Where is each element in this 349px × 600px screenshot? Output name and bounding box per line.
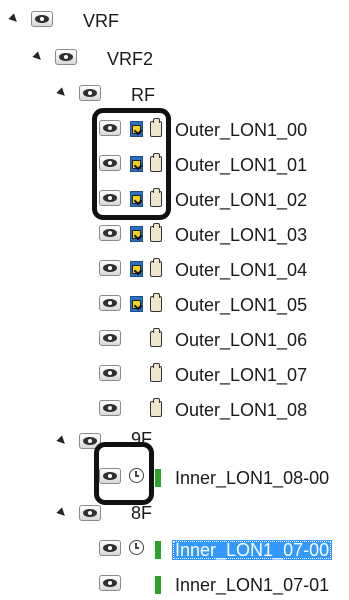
clock-icon [129,468,144,483]
tree-item-outer-03[interactable]: Outer_LON1_03 [0,220,349,250]
item-label: Outer_LON1_00 [175,120,308,140]
status-indicator [155,469,161,487]
expand-arrow-icon[interactable] [56,507,68,519]
tree-item-outer-04[interactable]: Outer_LON1_04 [0,255,349,285]
eye-icon[interactable] [99,190,121,206]
item-label: Outer_LON1_02 [175,190,308,210]
clipboard-icon [150,328,162,347]
tree-item-outer-08[interactable]: Outer_LON1_08 [0,395,349,425]
status-indicator [155,576,161,594]
lightning-status-icon [130,261,143,277]
tree-node-vrf[interactable]: VRF [0,6,349,36]
tree-node-9f[interactable]: 9F [0,428,349,458]
clipboard-icon [150,293,162,312]
lightning-status-icon [130,191,143,207]
clipboard-icon [150,363,162,382]
tree-item-outer-07[interactable]: Outer_LON1_07 [0,360,349,390]
tree-item-inner-07-00[interactable]: Inner_LON1_07-00 [0,535,349,565]
item-label-selected: Inner_LON1_07-00 [172,539,333,561]
clipboard-icon [150,223,162,242]
item-label: Outer_LON1_03 [175,225,308,245]
item-label: Inner_LON1_08-00 [175,468,330,488]
clipboard-icon [150,258,162,277]
node-label: 8F [131,503,153,523]
clipboard-icon [150,398,162,417]
tree-item-outer-02[interactable]: Outer_LON1_02 [0,185,349,215]
item-label: Outer_LON1_07 [175,365,308,385]
eye-icon[interactable] [79,85,101,101]
eye-icon[interactable] [99,295,121,311]
eye-icon[interactable] [99,260,121,276]
eye-icon[interactable] [31,11,53,27]
tree-item-outer-01[interactable]: Outer_LON1_01 [0,150,349,180]
expand-arrow-icon[interactable] [56,435,68,447]
expand-arrow-icon[interactable] [8,13,20,25]
tree-node-8f[interactable]: 8F [0,500,349,530]
tree-item-outer-00[interactable]: Outer_LON1_00 [0,115,349,145]
item-label: Outer_LON1_08 [175,400,308,420]
node-label: 9F [131,429,153,449]
item-label: Outer_LON1_01 [175,155,308,175]
node-label: VRF [83,11,119,31]
item-label: Outer_LON1_04 [175,260,308,280]
eye-icon[interactable] [99,365,121,381]
tree-item-outer-06[interactable]: Outer_LON1_06 [0,325,349,355]
eye-icon[interactable] [99,225,121,241]
tree-item-outer-05[interactable]: Outer_LON1_05 [0,290,349,320]
eye-icon[interactable] [99,400,121,416]
clock-icon [129,540,144,555]
clipboard-icon [150,153,162,172]
eye-icon[interactable] [99,155,121,171]
selection-highlight: Inner_LON1_07-00 [172,540,333,560]
device-tree: VRF VRF2 RF Outer_LON1_00 Outer_LON1_01 … [0,0,349,595]
clipboard-icon [150,188,162,207]
eye-icon[interactable] [99,120,121,136]
eye-icon[interactable] [99,575,121,591]
lightning-status-icon [130,296,143,312]
tree-item-inner-08-00[interactable]: Inner_LON1_08-00 [0,463,349,493]
lightning-status-icon [130,156,143,172]
eye-icon[interactable] [79,433,101,449]
eye-icon[interactable] [79,505,101,521]
status-indicator [155,541,161,559]
tree-node-vrf2[interactable]: VRF2 [0,44,349,74]
expand-arrow-icon[interactable] [56,87,68,99]
eye-icon[interactable] [99,468,121,484]
lightning-status-icon [130,226,143,242]
lightning-status-icon [130,121,143,137]
eye-icon[interactable] [99,540,121,556]
eye-icon[interactable] [55,49,77,65]
expand-arrow-icon[interactable] [32,51,44,63]
item-label: Outer_LON1_05 [175,295,308,315]
node-label: VRF2 [107,49,154,69]
tree-node-rf[interactable]: RF [0,80,349,110]
node-label: RF [131,85,155,105]
tree-item-inner-07-01[interactable]: Inner_LON1_07-01 [0,570,349,600]
eye-icon[interactable] [99,330,121,346]
item-label: Outer_LON1_06 [175,330,308,350]
clipboard-icon [150,118,162,137]
